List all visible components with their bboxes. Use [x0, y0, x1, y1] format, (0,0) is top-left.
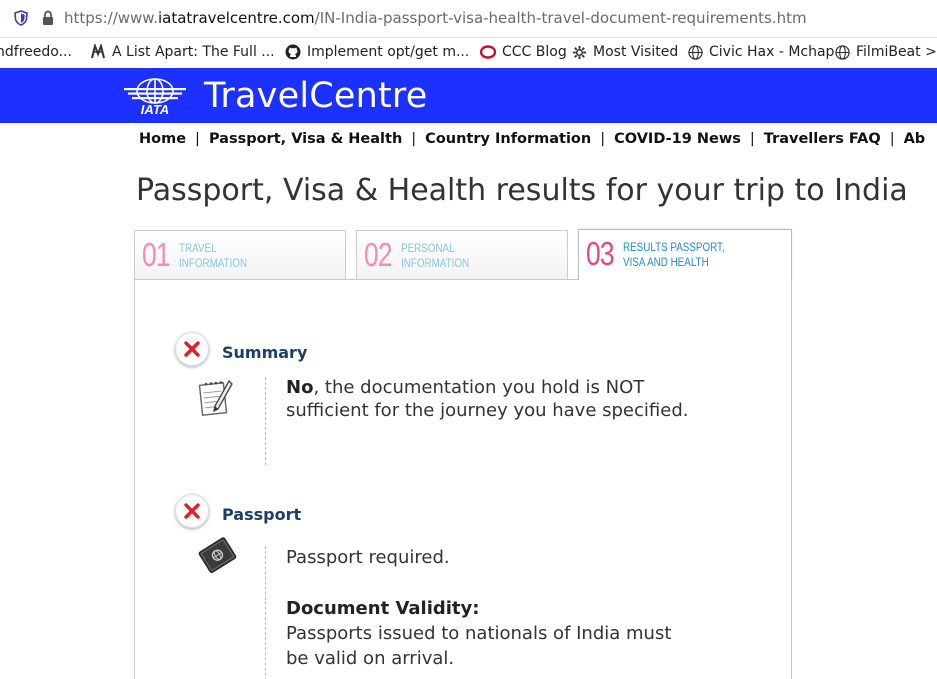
site-header: IATA TravelCentre	[0, 68, 937, 123]
step-tab-personal-information[interactable]: 02 Personal Information	[356, 230, 568, 279]
nav-separator: |	[411, 131, 417, 147]
nav-about[interactable]: Ab	[904, 131, 926, 147]
github-icon	[285, 44, 301, 60]
passport-divider	[265, 546, 266, 679]
step-label-line: Information	[179, 256, 248, 270]
step-number: 01	[142, 236, 171, 273]
notepad-icon	[198, 379, 233, 416]
bookmark-item[interactable]: ndfreedo...	[0, 44, 72, 60]
bookmark-label: ndfreedo...	[0, 44, 72, 60]
nav-home[interactable]: Home	[139, 131, 186, 147]
bookmark-label: Civic Hax - Mchap	[709, 44, 835, 60]
passport-required-text: Passport required.	[286, 547, 450, 568]
passport-title: Passport	[222, 505, 302, 524]
gear-icon	[572, 45, 587, 59]
bookmarks-bar: ndfreedo... A List Apart: The Full ... I…	[0, 38, 937, 68]
bookmark-label: CCC Blog	[502, 44, 567, 60]
step-tab-travel-information[interactable]: 01 Travel Information	[134, 230, 346, 279]
bookmark-item[interactable]: CCC Blog	[480, 44, 567, 60]
bookmark-item[interactable]: Implement opt/get m...	[285, 44, 469, 60]
step-label-line: Personal	[401, 241, 455, 255]
summary-text: No, the documentation you hold is NOT su…	[286, 376, 706, 422]
document-validity-heading: Document Validity:	[286, 597, 706, 620]
step-number: 02	[364, 236, 393, 273]
step-label-line: Visa and Health	[623, 255, 709, 269]
step-label: Results Passport, Visa and Health	[623, 240, 771, 270]
red-x-icon	[184, 503, 200, 519]
results-panel: Summary No, the documentation you hold i…	[134, 279, 792, 679]
nav-separator: |	[600, 131, 606, 147]
globe-icon	[835, 44, 850, 60]
step-label: Travel Information	[179, 241, 327, 271]
globe-icon	[688, 44, 703, 60]
step-label-line: Information	[401, 256, 470, 270]
nav-separator: |	[749, 131, 755, 147]
alistapart-icon	[91, 44, 105, 59]
bookmark-item[interactable]: FilmiBeat >	[835, 44, 937, 60]
tracking-shield-icon[interactable]	[14, 10, 28, 30]
step-tab-results[interactable]: 03 Results Passport, Visa and Health	[578, 229, 792, 280]
passport-status-badge	[175, 494, 209, 528]
document-validity-text: Passports issued to nationals of India m…	[286, 623, 672, 669]
url-text[interactable]: https://www.iatatravelcentre.com/IN-Indi…	[64, 9, 807, 27]
nav-separator: |	[195, 131, 200, 147]
site-title[interactable]: TravelCentre	[204, 76, 427, 116]
bookmark-label: Implement opt/get m...	[307, 44, 470, 60]
bookmark-label: Most Visited	[593, 44, 679, 60]
page-title: Passport, Visa & Health results for your…	[136, 173, 908, 208]
ccc-icon	[480, 45, 496, 59]
bookmark-item[interactable]: A List Apart: The Full ...	[90, 44, 275, 60]
main-nav: Home | Passport, Visa & Health | Country Inf…	[139, 131, 925, 147]
passport-icon	[198, 537, 237, 574]
red-x-icon	[184, 341, 200, 357]
bookmark-label: A List Apart: The Full ...	[112, 44, 275, 60]
nav-separator: |	[889, 131, 895, 147]
bookmark-item[interactable]: Civic Hax - Mchap	[688, 44, 834, 60]
browser-url-bar[interactable]: https://www.iatatravelcentre.com/IN-Indi…	[0, 0, 937, 38]
bookmark-label: FilmiBeat >	[856, 44, 937, 60]
summary-title: Summary	[222, 343, 308, 362]
step-number: 03	[586, 235, 615, 272]
step-label: Personal Information	[401, 241, 549, 271]
nav-travellers-faq[interactable]: Travellers FAQ	[764, 131, 881, 147]
url-path: /IN-India-passport-visa-health-travel-do…	[314, 9, 807, 27]
summary-status-badge	[175, 332, 209, 366]
bookmark-item[interactable]: Most Visited	[572, 44, 678, 60]
nav-country-information[interactable]: Country Information	[425, 131, 591, 147]
url-domain: iatatravelcentre.com	[157, 9, 315, 27]
step-label-line: Results Passport,	[623, 240, 725, 254]
step-label-line: Travel	[179, 241, 217, 255]
iata-logo-text: IATA	[141, 102, 169, 116]
iata-logo[interactable]: IATA	[124, 76, 186, 116]
summary-divider	[265, 377, 266, 465]
nav-passport-visa-health[interactable]: Passport, Visa & Health	[209, 131, 402, 147]
summary-answer: No	[286, 377, 314, 398]
validity-heading-label: Document Validity:	[286, 598, 480, 619]
lock-icon[interactable]	[42, 10, 54, 30]
summary-explanation: , the documentation you hold is NOT suff…	[286, 377, 689, 421]
url-prefix: https://www.	[64, 9, 158, 27]
nav-covid-news[interactable]: COVID-19 News	[614, 131, 741, 147]
